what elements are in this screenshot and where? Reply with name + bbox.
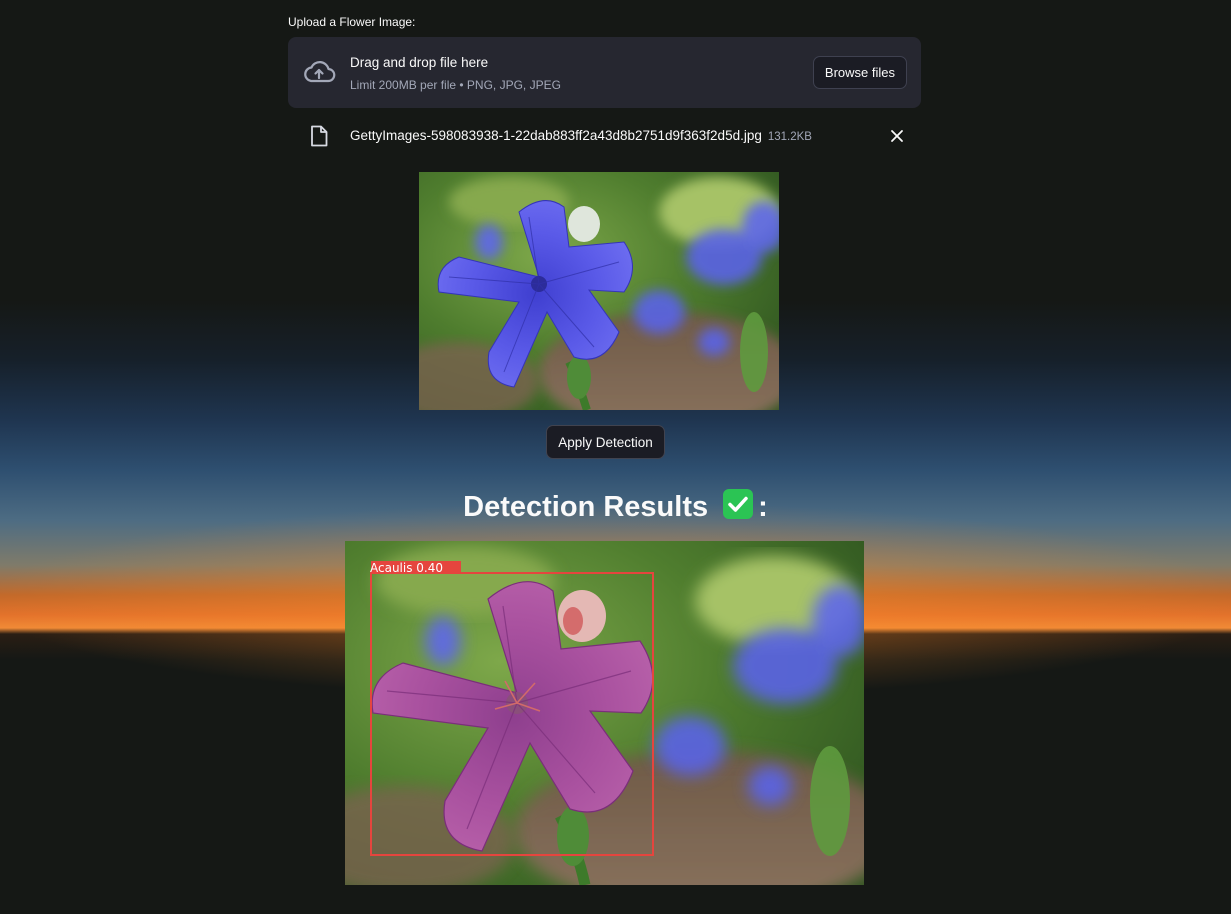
file-size: 131.2KB xyxy=(767,131,812,143)
file-icon xyxy=(311,125,328,147)
dropzone-title: Drag and drop file here xyxy=(350,55,489,70)
detection-label: Acaulis 0.40 xyxy=(370,561,443,575)
browse-files-button[interactable]: Browse files xyxy=(812,56,907,89)
results-title-suffix: : xyxy=(758,491,768,523)
uploaded-file-row: GettyImages-598083938-1-22dab883ff2a43d8… xyxy=(288,117,921,155)
detection-result-image: Acaulis 0.40 xyxy=(345,541,864,885)
uploader-label: Upload a Flower Image: xyxy=(288,15,416,29)
dropzone-subtitle: Limit 200MB per file • PNG, JPG, JPEG xyxy=(350,78,561,92)
results-title-text: Detection Results xyxy=(463,491,709,523)
apply-detection-button[interactable]: Apply Detection xyxy=(546,425,665,459)
file-name: GettyImages-598083938-1-22dab883ff2a43d8… xyxy=(350,128,812,143)
file-dropzone[interactable]: Drag and drop file here Limit 200MB per … xyxy=(288,37,921,108)
uploaded-flower-image xyxy=(419,172,779,410)
file-name-text: GettyImages-598083938-1-22dab883ff2a43d8… xyxy=(350,128,762,143)
check-mark-button-icon xyxy=(723,489,754,519)
close-icon[interactable] xyxy=(889,128,905,144)
results-heading: Detection Results : xyxy=(0,486,1231,528)
cloud-upload-icon xyxy=(304,61,336,83)
